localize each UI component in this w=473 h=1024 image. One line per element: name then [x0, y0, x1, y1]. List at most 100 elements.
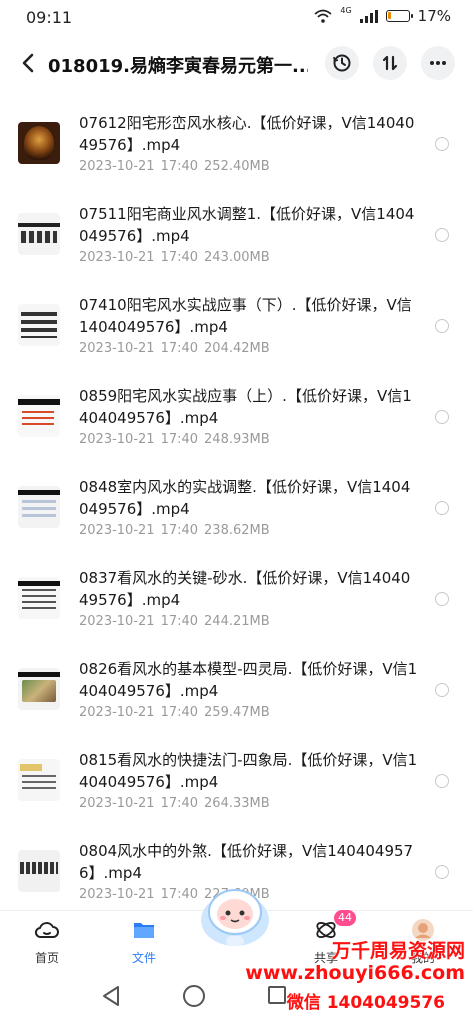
file-meta: 2023-10-21 17:40 248.93MB: [79, 432, 276, 447]
file-meta: 2023-10-21 17:40 252.40MB: [79, 159, 276, 174]
chevron-left-icon: [22, 53, 34, 73]
page-title: 018019.易熵李寅春易元第一...: [48, 56, 308, 77]
file-time: 17:40: [160, 614, 199, 629]
file-name: 0826看风水的基本模型-四灵局.【低价好课，V信1404049576】.mp4: [79, 660, 418, 700]
file-date: 2023-10-21: [79, 614, 155, 629]
battery-icon: [385, 10, 413, 22]
file-name: 0859阳宅风水实战应事（上）.【低价好课，V信1404049576】.mp4: [79, 387, 412, 427]
video-thumbnail: [18, 395, 60, 437]
file-meta: 2023-10-21 17:40 204.42MB: [79, 341, 276, 356]
select-radio[interactable]: [435, 865, 449, 879]
signal-icon: [359, 9, 378, 23]
sort-icon: [382, 55, 398, 71]
select-radio[interactable]: [435, 137, 449, 151]
tab-files[interactable]: 文件: [114, 917, 174, 971]
status-bar: 09:11 4G 17%: [0, 0, 473, 36]
video-thumbnail: [18, 213, 60, 255]
more-button[interactable]: [421, 46, 455, 80]
file-date: 2023-10-21: [79, 705, 155, 720]
file-time: 17:40: [160, 523, 199, 538]
video-thumbnail: [18, 850, 60, 892]
battery-percent: 17%: [417, 7, 451, 25]
video-thumbnail: [18, 668, 60, 710]
select-radio[interactable]: [435, 683, 449, 697]
file-name: 0848室内风水的实战调整.【低价好课，V信1404049576】.mp4: [79, 478, 411, 518]
video-thumbnail: [18, 577, 60, 619]
file-time: 17:40: [160, 250, 199, 265]
file-meta: 2023-10-21 17:40 243.00MB: [79, 250, 276, 265]
file-name: 0815看风水的快捷法门-四象局.【低价好课，V信1404049576】.mp4: [79, 751, 418, 791]
file-time: 17:40: [160, 159, 199, 174]
select-radio[interactable]: [435, 228, 449, 242]
file-size: 244.21MB: [204, 614, 270, 629]
file-item[interactable]: 0815看风水的快捷法门-四象局.【低价好课，V信1404049576】.mp4…: [0, 735, 473, 826]
more-horizontal-icon: [430, 61, 446, 65]
watermark-line-1: 万千周易资源网: [331, 940, 465, 962]
file-name: 07612阳宅形峦风水核心.【低价好课，V信1404049576】.mp4: [79, 114, 415, 154]
select-radio[interactable]: [435, 774, 449, 788]
file-date: 2023-10-21: [79, 341, 155, 356]
status-indicators: 4G 17%: [314, 5, 451, 25]
video-thumbnail: [18, 759, 60, 801]
file-size: 248.93MB: [204, 432, 270, 447]
file-item[interactable]: 0837看风水的关键-砂水.【低价好课，V信1404049576】.mp4 20…: [0, 553, 473, 644]
file-size: 204.42MB: [204, 341, 270, 356]
file-time: 17:40: [160, 341, 199, 356]
file-item[interactable]: 07612阳宅形峦风水核心.【低价好课，V信1404049576】.mp4 20…: [0, 98, 473, 189]
file-meta: 2023-10-21 17:40 238.62MB: [79, 523, 276, 538]
file-meta: 2023-10-21 17:40 259.47MB: [79, 705, 276, 720]
select-radio[interactable]: [435, 501, 449, 515]
select-radio[interactable]: [435, 319, 449, 333]
file-meta: 2023-10-21 17:40 244.21MB: [79, 614, 276, 629]
video-thumbnail: [18, 486, 60, 528]
file-name: 07410阳宅风水实战应事（下）.【低价好课，V信1404049576】.mp4: [79, 296, 412, 336]
nav-recent-square-icon[interactable]: [268, 986, 286, 1004]
file-size: 243.00MB: [204, 250, 270, 265]
file-name: 07511阳宅商业风水调整1.【低价好课，V信1404049576】.mp4: [79, 205, 415, 245]
file-date: 2023-10-21: [79, 796, 155, 811]
file-item[interactable]: 07410阳宅风水实战应事（下）.【低价好课，V信1404049576】.mp4…: [0, 280, 473, 371]
file-date: 2023-10-21: [79, 887, 155, 902]
file-item[interactable]: 0848室内风水的实战调整.【低价好课，V信1404049576】.mp4 20…: [0, 462, 473, 553]
folder-icon: [134, 923, 154, 938]
file-time: 17:40: [160, 796, 199, 811]
network-type-label: 4G: [340, 5, 352, 15]
file-time: 17:40: [160, 705, 199, 720]
file-size: 259.47MB: [204, 705, 270, 720]
history-button[interactable]: [325, 46, 359, 80]
tab-home[interactable]: 首页: [17, 917, 77, 971]
cloud-home-icon: [34, 922, 59, 938]
sort-button[interactable]: [373, 46, 407, 80]
file-name: 0837看风水的关键-砂水.【低价好课，V信1404049576】.mp4: [79, 569, 411, 609]
file-item[interactable]: 07511阳宅商业风水调整1.【低价好课，V信1404049576】.mp4 2…: [0, 189, 473, 280]
file-size: 238.62MB: [204, 523, 270, 538]
file-date: 2023-10-21: [79, 523, 155, 538]
back-button[interactable]: [14, 48, 42, 78]
file-size: 252.40MB: [204, 159, 270, 174]
file-date: 2023-10-21: [79, 250, 155, 265]
file-size: 264.33MB: [204, 796, 270, 811]
file-list[interactable]: 07612阳宅形峦风水核心.【低价好课，V信1404049576】.mp4 20…: [0, 98, 473, 910]
system-nav-bar: [0, 972, 473, 1024]
file-date: 2023-10-21: [79, 432, 155, 447]
tab-files-label: 文件: [131, 951, 156, 965]
file-item[interactable]: 0826看风水的基本模型-四灵局.【低价好课，V信1404049576】.mp4…: [0, 644, 473, 735]
select-radio[interactable]: [435, 410, 449, 424]
file-item[interactable]: 0859阳宅风水实战应事（上）.【低价好课，V信1404049576】.mp4 …: [0, 371, 473, 462]
nav-home-circle-icon[interactable]: [183, 985, 205, 1007]
file-date: 2023-10-21: [79, 159, 155, 174]
battery-fill: [387, 12, 391, 19]
history-icon: [333, 54, 351, 72]
mascot-icon[interactable]: [196, 880, 274, 950]
file-time: 17:40: [160, 887, 199, 902]
file-time: 17:40: [160, 432, 199, 447]
share-count-badge: 44: [334, 910, 356, 926]
video-thumbnail: [18, 122, 60, 164]
status-time: 09:11: [26, 8, 73, 27]
file-meta: 2023-10-21 17:40 264.33MB: [79, 796, 276, 811]
tab-home-label: 首页: [34, 951, 59, 965]
nav-back-triangle-icon[interactable]: [100, 984, 122, 1008]
video-thumbnail: [18, 304, 60, 346]
select-radio[interactable]: [435, 592, 449, 606]
wifi-icon: [314, 9, 332, 23]
